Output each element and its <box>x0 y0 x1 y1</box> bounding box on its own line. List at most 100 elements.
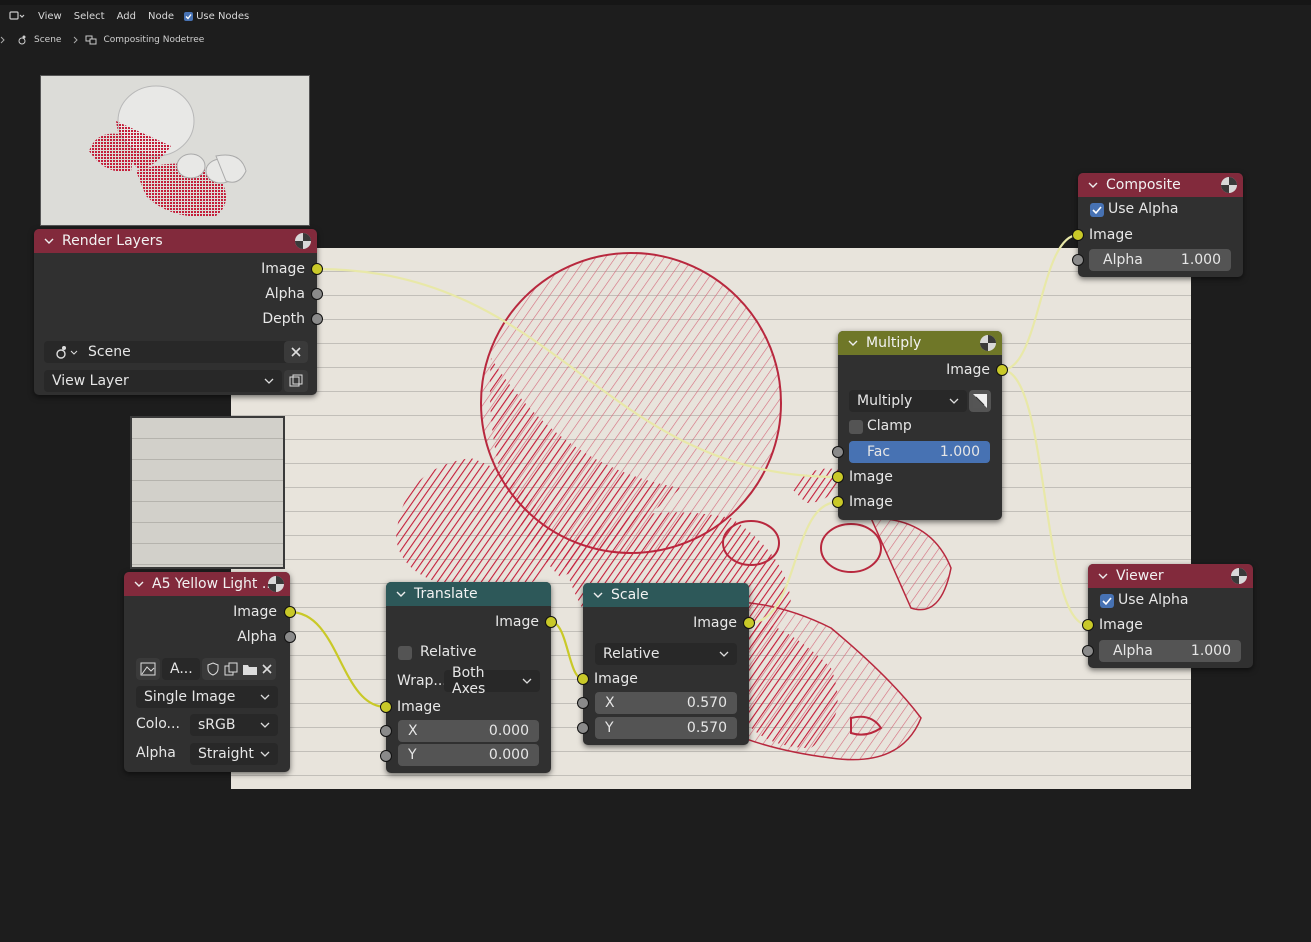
scene-selector[interactable]: Scene <box>44 341 308 363</box>
folder-icon[interactable] <box>242 662 258 676</box>
close-icon[interactable] <box>262 664 272 674</box>
editor-type-button[interactable] <box>8 8 26 24</box>
preview-toggle-icon[interactable] <box>1231 568 1247 584</box>
chevron-down-icon <box>949 396 959 406</box>
blend-mode-dropdown[interactable]: Multiply <box>849 390 967 412</box>
y-field[interactable]: Y 0.570 <box>595 717 737 739</box>
scale-title: Scale <box>611 587 649 603</box>
output-image: Image <box>34 259 305 279</box>
y-label: Y <box>408 747 417 763</box>
menu-select[interactable]: Select <box>74 11 105 22</box>
image-icon <box>140 662 156 676</box>
multiply-header[interactable]: Multiply <box>838 331 1002 355</box>
chevron-down-icon <box>260 720 270 730</box>
view-layer-selector[interactable]: View Layer <box>44 370 282 392</box>
collapse-chevron-icon[interactable] <box>42 234 56 248</box>
wrap-label: Wrap... <box>397 673 447 689</box>
multiply-title: Multiply <box>866 335 922 351</box>
input-image-label: Image <box>397 699 441 715</box>
preview-toggle-icon[interactable] <box>980 335 996 351</box>
multiply-node[interactable]: Multiply Image Multiply Clamp Fac 1.000 I… <box>838 331 1002 520</box>
image-node-header[interactable]: A5 Yellow Light ... <box>124 572 290 596</box>
input-image-a-label: Image <box>849 469 893 485</box>
alpha-value: 1.000 <box>1190 643 1231 659</box>
menu-add[interactable]: Add <box>117 11 136 22</box>
alpha-mode-dropdown[interactable]: Straight <box>190 743 278 765</box>
x-field[interactable]: X 0.570 <box>595 692 737 714</box>
use-alpha-toggle[interactable] <box>969 390 991 412</box>
alpha-field[interactable]: Alpha 1.000 <box>1089 249 1231 271</box>
chevron-right-icon <box>0 36 5 44</box>
output-image: Image <box>124 602 277 622</box>
image-source-value: Single Image <box>144 689 236 705</box>
collapse-chevron-icon[interactable] <box>591 588 605 602</box>
input-image: Image <box>397 697 441 717</box>
collapse-chevron-icon[interactable] <box>1086 178 1100 192</box>
use-alpha-checkbox[interactable] <box>1100 594 1114 608</box>
x-value: 0.000 <box>488 723 529 739</box>
clamp-checkbox[interactable] <box>849 420 863 434</box>
output-alpha: Alpha <box>34 284 305 304</box>
node-editor-icon <box>9 11 25 20</box>
chevron-down-icon <box>264 376 274 386</box>
preview-toggle-icon[interactable] <box>268 576 284 592</box>
duplicate-icon[interactable] <box>224 662 238 676</box>
menu-node[interactable]: Node <box>148 11 174 22</box>
breadcrumb-node-tree[interactable]: Compositing Nodetree <box>103 35 204 45</box>
output-image: Image <box>386 612 539 632</box>
use-nodes-checkbox[interactable] <box>184 11 194 21</box>
viewer-header[interactable]: Viewer <box>1088 564 1253 588</box>
scale-header[interactable]: Scale <box>583 583 749 607</box>
image-source-dropdown[interactable]: Single Image <box>136 686 278 708</box>
chevron-down-icon <box>260 692 270 702</box>
y-field[interactable]: Y 0.000 <box>398 744 539 766</box>
checkmark-icon <box>1092 206 1102 215</box>
fac-label: Fac <box>867 444 891 460</box>
translate-node[interactable]: Translate Image Relative Wrap... Both Ax… <box>386 582 551 773</box>
chevron-right-icon <box>74 36 79 44</box>
color-space-dropdown[interactable]: sRGB <box>190 714 278 736</box>
image-name-field[interactable]: A... <box>162 658 200 680</box>
alpha-mode-value: Straight <box>198 746 254 762</box>
use-alpha-checkbox[interactable] <box>1090 203 1104 217</box>
scale-mode-dropdown[interactable]: Relative <box>595 643 737 665</box>
x-field[interactable]: X 0.000 <box>398 720 539 742</box>
checkmark-icon <box>1102 597 1112 606</box>
collapse-chevron-icon[interactable] <box>132 577 146 591</box>
render-preview-image <box>89 85 247 217</box>
alpha-icon <box>973 394 987 408</box>
render-layers-preview <box>40 75 310 226</box>
collapse-chevron-icon[interactable] <box>394 587 408 601</box>
fake-user-shield-icon[interactable] <box>206 662 220 676</box>
output-depth: Depth <box>34 309 305 329</box>
render-button[interactable] <box>284 370 308 392</box>
image-browse-button[interactable] <box>136 658 160 680</box>
render-layers-node[interactable]: Render Layers Image Alpha Depth Scene Vi… <box>34 229 317 395</box>
use-nodes-toggle[interactable]: Use Nodes <box>184 11 249 22</box>
chevron-down-icon <box>260 749 270 759</box>
composite-header[interactable]: Composite <box>1078 173 1243 197</box>
chevron-down-icon <box>522 676 532 686</box>
composite-node[interactable]: Composite Use Alpha Image Alpha 1.000 <box>1078 173 1243 277</box>
output-alpha-label: Alpha <box>237 629 277 645</box>
image-node[interactable]: A5 Yellow Light ... Image Alpha A... Sin… <box>124 572 290 772</box>
collapse-chevron-icon[interactable] <box>1096 569 1110 583</box>
preview-toggle-icon[interactable] <box>295 233 311 249</box>
preview-toggle-icon[interactable] <box>1221 177 1237 193</box>
render-layers-header[interactable]: Render Layers <box>34 229 317 253</box>
wrap-dropdown[interactable]: Both Axes <box>444 665 540 697</box>
collapse-chevron-icon[interactable] <box>846 336 860 350</box>
viewer-node[interactable]: Viewer Use Alpha Image Alpha 1.000 <box>1088 564 1253 668</box>
input-image-a: Image <box>849 467 893 487</box>
render-icon <box>289 374 303 387</box>
alpha-field[interactable]: Alpha 1.000 <box>1099 640 1241 662</box>
clamp-label: Clamp <box>867 418 912 434</box>
relative-checkbox[interactable] <box>398 646 412 660</box>
output-alpha-label: Alpha <box>265 286 305 302</box>
menu-view[interactable]: View <box>38 11 62 22</box>
translate-header[interactable]: Translate <box>386 582 551 606</box>
fac-slider[interactable]: Fac 1.000 <box>849 441 990 463</box>
breadcrumb-scene[interactable]: Scene <box>34 35 61 45</box>
clear-scene-button[interactable] <box>284 341 308 363</box>
scale-node[interactable]: Scale Image Relative Image X 0.570 Y 0.570 <box>583 583 749 745</box>
